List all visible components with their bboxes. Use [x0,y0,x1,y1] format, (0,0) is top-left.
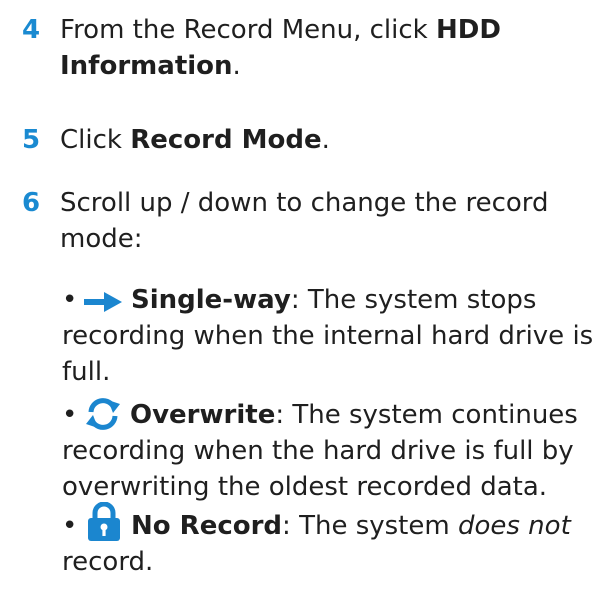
mode-desc-first: The system stops [299,285,537,315]
mode-desc-first: The system continues [284,400,578,430]
step-text-plain: From the Record Menu, click [60,15,436,45]
step-text-bold: HDD [435,15,501,45]
bullet-dot: • [62,511,78,541]
mode-desc-rest: recording when the internal hard drive i… [62,318,602,390]
mode-name: No Record [131,511,283,541]
mode-desc-line: overwriting the oldest recorded data. [62,472,548,502]
step-text-line: Scroll up / down to change the record [60,188,549,218]
step-text: From the Record Menu, click HDD Informat… [60,12,600,84]
mode-name: Single-way [131,285,291,315]
step-number: 4 [22,15,41,45]
mode-desc-rest: record. [62,544,602,580]
step-text-line: mode: [60,224,143,254]
step-text-period: . [321,125,330,155]
mode-colon: : [275,400,285,430]
mode-desc-first: The system [290,511,458,541]
bullet-dot: • [62,400,78,430]
step-number: 5 [22,125,41,155]
step-text: Scroll up / down to change the record mo… [60,185,600,257]
mode-desc-italic: does not [457,511,571,541]
mode-desc: Single-way: The system stops [131,282,536,318]
mode-name: Overwrite [130,400,276,430]
step-text-plain: Click [60,125,131,155]
mode-desc-rest: recording when the hard drive is full by… [62,433,602,505]
mode-desc: Overwrite: The system continues [130,397,578,433]
mode-desc-line: record. [62,547,154,577]
step-number: 6 [22,188,41,218]
mode-colon: : [290,285,300,315]
step-text: Click Record Mode. [60,122,600,158]
mode-desc-line: full. [62,357,111,387]
mode-desc: No Record: The system does not [131,508,571,544]
step-text-bold: Record Mode [130,125,322,155]
mode-colon: : [282,511,291,541]
step-text-bold: Information [60,51,233,81]
mode-desc-line: recording when the hard drive is full by [62,436,574,466]
mode-desc-line: recording when the internal hard drive i… [62,321,594,351]
step-text-period: . [232,51,241,81]
bullet-dot: • [62,285,78,315]
